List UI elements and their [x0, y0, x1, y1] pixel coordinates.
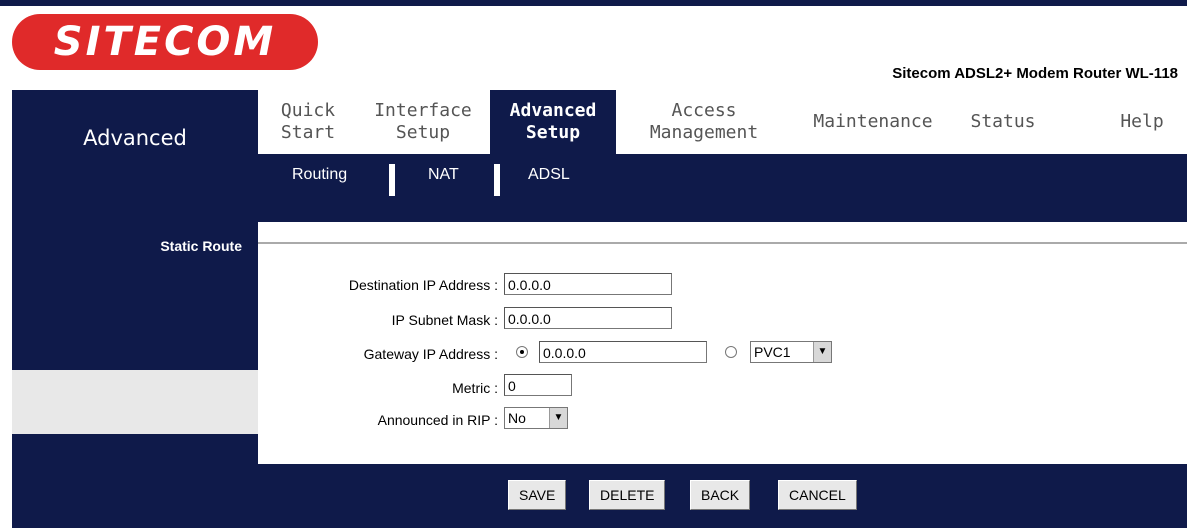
gateway-ip-radio[interactable]	[516, 346, 528, 358]
rip-select-value: No	[508, 410, 526, 426]
subnet-mask-field[interactable]: 0.0.0.0	[504, 307, 672, 329]
tab-maintenance[interactable]: Maintenance	[798, 90, 948, 154]
product-name: Sitecom ADSL2+ Modem Router WL-118	[892, 65, 1178, 82]
dest-ip-label: Destination IP Address :	[348, 277, 498, 293]
metric-label: Metric :	[452, 380, 498, 396]
subnet-mask-label: IP Subnet Mask :	[391, 312, 498, 328]
gateway-ip-label: Gateway IP Address :	[363, 346, 498, 362]
subsection-title: Static Route	[160, 238, 242, 254]
chevron-down-icon[interactable]: ▼	[549, 408, 567, 428]
subtab-routing[interactable]: Routing	[292, 166, 347, 184]
tab-quick-start[interactable]: Quick Start	[258, 90, 358, 154]
subtab-separator	[389, 164, 395, 196]
top-bar	[0, 0, 1187, 6]
dest-ip-field[interactable]: 0.0.0.0	[504, 273, 672, 295]
tab-access-management[interactable]: Access Management	[626, 90, 782, 154]
gateway-ip-field[interactable]: 0.0.0.0	[539, 341, 707, 363]
left-panel	[12, 90, 258, 528]
tab-status[interactable]: Status	[958, 90, 1048, 154]
save-button[interactable]: SAVE	[508, 480, 567, 510]
rip-select[interactable]: No ▼	[504, 407, 568, 429]
left-panel-gray-band	[12, 370, 258, 434]
main-tabs: Quick Start Interface Setup Advanced Set…	[258, 90, 1187, 154]
pvc-select[interactable]: PVC1 ▼	[750, 341, 832, 363]
metric-field[interactable]: 0	[504, 374, 572, 396]
subtab-adsl[interactable]: ADSL	[528, 166, 570, 184]
section-title: Advanced	[83, 126, 187, 150]
tab-interface-setup[interactable]: Interface Setup	[368, 90, 478, 154]
sitecom-logo: SITECOM	[12, 14, 318, 70]
subtab-separator	[494, 164, 500, 196]
cancel-button[interactable]: CANCEL	[778, 480, 857, 510]
pvc-select-value: PVC1	[754, 344, 791, 360]
sub-tabs: Routing NAT ADSL	[258, 154, 1187, 222]
tab-help[interactable]: Help	[1107, 90, 1177, 154]
chevron-down-icon[interactable]: ▼	[813, 342, 831, 362]
back-button[interactable]: BACK	[690, 480, 751, 510]
rip-label: Announced in RIP :	[377, 412, 498, 428]
button-bar: SAVE DELETE BACK CANCEL	[258, 464, 1187, 528]
section-divider	[258, 242, 1187, 244]
subtab-nat[interactable]: NAT	[428, 166, 459, 184]
delete-button[interactable]: DELETE	[589, 480, 666, 510]
tab-advanced-setup[interactable]: Advanced Setup	[490, 90, 616, 154]
gateway-pvc-radio[interactable]	[725, 346, 737, 358]
